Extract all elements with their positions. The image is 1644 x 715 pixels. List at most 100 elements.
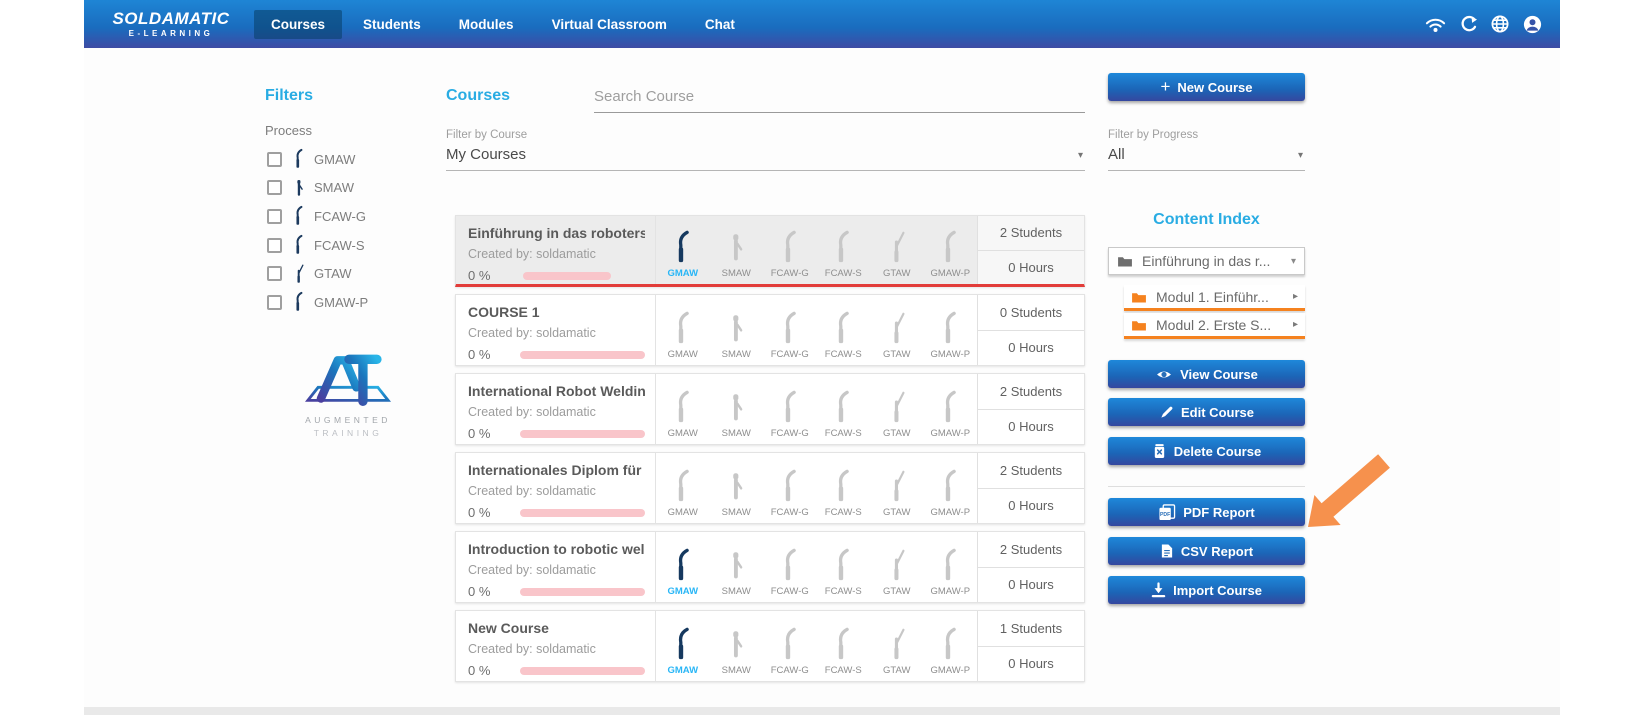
- process-label: FCAW-S: [825, 428, 862, 439]
- gmawp-checkbox[interactable]: [267, 295, 282, 310]
- process-label: SMAW: [722, 507, 751, 518]
- chevron-down-icon: ▾: [1078, 150, 1083, 161]
- import-course-button[interactable]: Import Course: [1108, 576, 1305, 604]
- course-row[interactable]: Internationales Diplom für Rob... Create…: [455, 452, 1085, 524]
- course-title: Introduction to robotic weldin...: [468, 541, 645, 557]
- course-row[interactable]: Einführung in das robotersch... Created …: [455, 215, 1085, 287]
- process-cell-smaw: SMAW: [710, 611, 764, 681]
- mig-torch-icon: [292, 291, 306, 313]
- process-group-label: Process: [265, 123, 312, 138]
- course-title: Internationales Diplom für Rob...: [468, 462, 645, 478]
- process-label: GMAW-P: [930, 665, 970, 676]
- view-course-button[interactable]: View Course: [1108, 360, 1305, 388]
- progress-filter-select[interactable]: All ▾: [1108, 141, 1305, 171]
- nav-item-chat[interactable]: Chat: [688, 10, 752, 39]
- refresh-icon[interactable]: [1460, 15, 1477, 33]
- course-filter-select[interactable]: My Courses ▾: [446, 141, 1085, 171]
- course-row[interactable]: COURSE 1 Created by: soldamatic 0 % GMAW…: [455, 294, 1085, 366]
- fcawg-checkbox[interactable]: [267, 209, 282, 224]
- course-info: International Robot Welding B... Created…: [456, 374, 656, 444]
- pdf-report-button[interactable]: PDF PDF Report: [1108, 498, 1305, 526]
- course-stats: 2 Students 0 Hours: [977, 216, 1084, 284]
- mig-torch-icon: [832, 626, 854, 663]
- process-cell-fcaws: FCAW-S: [817, 216, 871, 284]
- process-label: GMAW-P: [930, 586, 970, 597]
- mig-torch-icon: [779, 547, 801, 584]
- account-icon[interactable]: [1523, 15, 1542, 34]
- content-index-title: Content Index: [1108, 211, 1305, 229]
- hours-count: 0 Hours: [978, 647, 1084, 682]
- course-row[interactable]: Introduction to robotic weldin... Create…: [455, 531, 1085, 603]
- process-label: FCAW-G: [771, 428, 809, 439]
- course-created-by: Created by: soldamatic: [468, 484, 645, 498]
- process-label: SMAW: [722, 428, 751, 439]
- gtaw-checkbox[interactable]: [267, 266, 282, 281]
- students-count: 2 Students: [978, 374, 1084, 410]
- progress-percent: 0 %: [468, 584, 507, 599]
- course-row[interactable]: New Course Created by: soldamatic 0 % GM…: [455, 610, 1085, 682]
- filter-option-label: FCAW-S: [314, 238, 365, 253]
- content-index-root[interactable]: Einführung in das r... ▾: [1108, 247, 1305, 275]
- process-label: FCAW-G: [771, 665, 809, 676]
- course-stats: 2 Students 0 Hours: [977, 374, 1084, 444]
- course-title: COURSE 1: [468, 304, 645, 320]
- course-created-by: Created by: soldamatic: [468, 405, 645, 419]
- pdf-report-label: PDF Report: [1183, 505, 1255, 520]
- filter-option-gmaw: GMAW: [267, 145, 368, 174]
- filter-option-fcaws: FCAW-S: [267, 231, 368, 260]
- csv-icon: [1160, 543, 1174, 559]
- nav-item-virtual-classroom[interactable]: Virtual Classroom: [535, 10, 684, 39]
- folder-icon: [1131, 319, 1147, 331]
- content-index-module-2[interactable]: Modul 2. Erste S... ▸: [1124, 313, 1305, 339]
- filter-option-label: SMAW: [314, 180, 354, 195]
- nav-item-students[interactable]: Students: [346, 10, 438, 39]
- process-cell-fcaws: FCAW-S: [817, 532, 871, 602]
- soldamatic-logo[interactable]: SOLDAMATIC E-LEARNING: [102, 10, 240, 38]
- nav-item-courses[interactable]: Courses: [254, 10, 342, 39]
- filter-option-smaw: SMAW: [267, 174, 368, 203]
- course-search: [594, 84, 1085, 113]
- process-cell-gmaw: GMAW: [656, 216, 710, 284]
- mig-torch-icon: [939, 626, 961, 663]
- new-course-button[interactable]: + New Course: [1108, 73, 1305, 101]
- filter-option-gmawp: GMAW-P: [267, 288, 368, 317]
- progress-filter-value: All: [1108, 141, 1305, 170]
- wifi-icon[interactable]: [1425, 16, 1446, 33]
- process-label: GMAW: [668, 507, 698, 518]
- process-label: GMAW: [667, 665, 698, 676]
- process-label: GTAW: [883, 586, 910, 597]
- process-label: FCAW-S: [825, 665, 862, 676]
- electrode-holder-icon: [292, 177, 306, 199]
- mig-torch-icon: [779, 468, 801, 505]
- csv-report-button[interactable]: CSV Report: [1108, 537, 1305, 565]
- folder-icon: [1117, 255, 1133, 267]
- process-cell-gmaw: GMAW: [656, 295, 710, 365]
- process-label: SMAW: [722, 586, 751, 597]
- fcaws-checkbox[interactable]: [267, 238, 282, 253]
- students-count: 2 Students: [978, 453, 1084, 489]
- process-icons: GMAW SMAW FCAW-G FCAW-S GTAW GMAW-P: [656, 374, 977, 444]
- chevron-right-icon: ▸: [1293, 319, 1298, 330]
- pencil-icon: [1159, 405, 1174, 420]
- electrode-holder-icon: [725, 547, 747, 584]
- progress-bar: [523, 272, 611, 280]
- mig-torch-icon: [939, 229, 961, 266]
- students-count: 0 Students: [978, 295, 1084, 331]
- content-index-module-1[interactable]: Modul 1. Einführ... ▸: [1124, 285, 1305, 311]
- search-course-input[interactable]: [594, 84, 1085, 112]
- chevron-down-icon: ▾: [1291, 256, 1296, 267]
- course-stats: 0 Students 0 Hours: [977, 295, 1084, 365]
- smaw-checkbox[interactable]: [267, 180, 282, 195]
- delete-course-label: Delete Course: [1174, 444, 1261, 459]
- gmaw-checkbox[interactable]: [267, 152, 282, 167]
- process-filter-list: GMAW SMAW FCAW-G FCAW-S GTAW: [267, 145, 368, 317]
- course-row[interactable]: International Robot Welding B... Created…: [455, 373, 1085, 445]
- globe-icon[interactable]: [1491, 15, 1509, 33]
- edit-course-button[interactable]: Edit Course: [1108, 398, 1305, 426]
- process-cell-fcawg: FCAW-G: [763, 453, 817, 523]
- course-info: COURSE 1 Created by: soldamatic 0 %: [456, 295, 656, 365]
- nav-item-modules[interactable]: Modules: [442, 10, 531, 39]
- mig-torch-icon: [832, 547, 854, 584]
- delete-course-button[interactable]: Delete Course: [1108, 437, 1305, 465]
- process-cell-fcawg: FCAW-G: [763, 216, 817, 284]
